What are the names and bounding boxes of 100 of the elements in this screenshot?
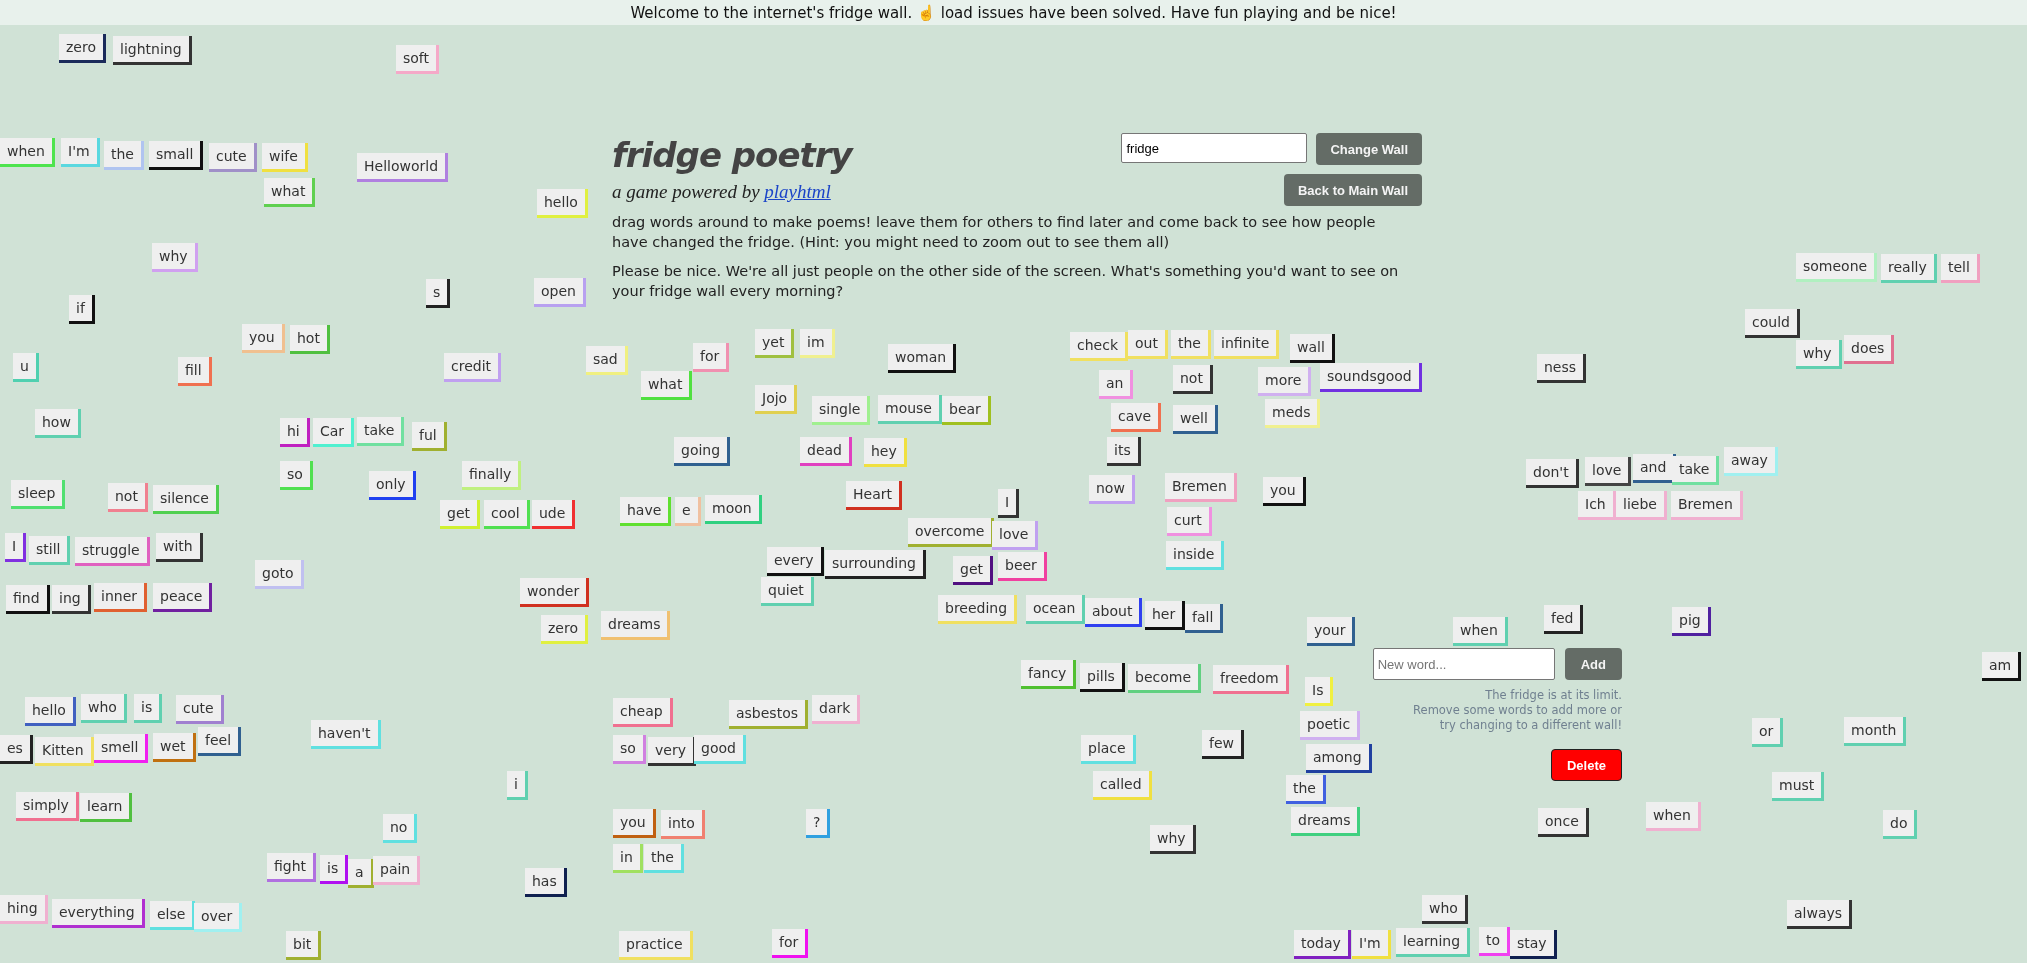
word-magnet[interactable]: open: [534, 278, 586, 307]
word-magnet[interactable]: inside: [1166, 541, 1225, 570]
word-magnet[interactable]: why: [152, 243, 198, 272]
word-magnet[interactable]: else: [150, 901, 196, 930]
word-magnet[interactable]: when: [0, 138, 55, 167]
word-magnet[interactable]: finally: [462, 461, 522, 490]
word-magnet[interactable]: the: [644, 844, 684, 873]
word-magnet[interactable]: poetic: [1300, 711, 1361, 740]
word-magnet[interactable]: over: [194, 903, 243, 932]
word-magnet[interactable]: going: [674, 437, 731, 466]
word-magnet[interactable]: yet: [755, 329, 795, 358]
word-magnet[interactable]: the: [1286, 775, 1326, 804]
word-magnet[interactable]: really: [1881, 254, 1937, 283]
word-magnet[interactable]: when: [1646, 802, 1701, 831]
word-magnet[interactable]: meds: [1265, 399, 1321, 428]
word-magnet[interactable]: every: [767, 547, 824, 576]
word-magnet[interactable]: ness: [1537, 354, 1587, 383]
word-magnet[interactable]: fight: [267, 853, 317, 882]
word-magnet[interactable]: hello: [25, 697, 76, 726]
word-magnet[interactable]: the: [104, 141, 144, 170]
word-magnet[interactable]: goto: [255, 560, 304, 589]
word-magnet[interactable]: asbestos: [729, 700, 808, 729]
word-magnet[interactable]: Bremen: [1671, 491, 1743, 520]
word-magnet[interactable]: Jojo: [755, 385, 798, 414]
word-magnet[interactable]: haven't: [311, 720, 381, 749]
word-magnet[interactable]: you: [613, 809, 656, 838]
word-magnet[interactable]: your: [1307, 617, 1356, 646]
word-magnet[interactable]: do: [1883, 810, 1918, 839]
word-magnet[interactable]: love: [1585, 457, 1632, 486]
word-magnet[interactable]: hing: [0, 895, 48, 924]
word-magnet[interactable]: fill: [178, 357, 212, 386]
word-magnet[interactable]: has: [525, 868, 567, 897]
word-magnet[interactable]: well: [1173, 405, 1218, 434]
word-magnet[interactable]: a: [348, 859, 374, 888]
word-magnet[interactable]: very: [648, 737, 696, 766]
word-magnet[interactable]: get: [440, 500, 480, 529]
word-magnet[interactable]: out: [1128, 330, 1168, 359]
word-magnet[interactable]: smell: [94, 734, 149, 763]
word-magnet[interactable]: cute: [209, 143, 257, 172]
word-magnet[interactable]: learning: [1396, 928, 1471, 957]
word-magnet[interactable]: wonder: [520, 578, 590, 607]
word-magnet[interactable]: or: [1752, 718, 1784, 747]
word-magnet[interactable]: still: [29, 536, 71, 565]
word-magnet[interactable]: I'm: [61, 138, 100, 167]
wall-name-field[interactable]: fridge: [1121, 133, 1308, 163]
word-magnet[interactable]: ude: [532, 500, 576, 529]
word-magnet[interactable]: always: [1787, 900, 1853, 929]
word-magnet[interactable]: dark: [812, 695, 861, 724]
word-magnet[interactable]: e: [675, 497, 701, 526]
word-magnet[interactable]: someone: [1796, 253, 1878, 282]
word-magnet[interactable]: its: [1107, 437, 1141, 466]
word-magnet[interactable]: I: [998, 489, 1020, 518]
word-magnet[interactable]: im: [800, 329, 835, 358]
word-magnet[interactable]: Helloworld: [357, 153, 449, 182]
word-magnet[interactable]: fancy: [1021, 660, 1077, 689]
word-magnet[interactable]: infinite: [1214, 330, 1280, 359]
word-magnet[interactable]: why: [1150, 825, 1196, 854]
word-magnet[interactable]: freedom: [1213, 665, 1289, 694]
change-wall-button[interactable]: Change Wall: [1316, 133, 1422, 165]
word-magnet[interactable]: what: [264, 178, 316, 207]
word-magnet[interactable]: pills: [1080, 663, 1125, 692]
word-magnet[interactable]: away: [1724, 447, 1778, 476]
word-magnet[interactable]: and: [1633, 454, 1677, 483]
word-magnet[interactable]: bit: [286, 931, 322, 960]
word-magnet[interactable]: mouse: [878, 395, 942, 424]
word-magnet[interactable]: pig: [1672, 607, 1711, 636]
word-magnet[interactable]: few: [1202, 730, 1244, 759]
word-magnet[interactable]: hi: [280, 418, 310, 447]
word-magnet[interactable]: silence: [153, 485, 219, 514]
word-magnet[interactable]: today: [1294, 930, 1351, 959]
word-magnet[interactable]: stay: [1510, 930, 1557, 959]
word-magnet[interactable]: u: [13, 353, 39, 382]
word-magnet[interactable]: how: [35, 409, 81, 438]
word-magnet[interactable]: who: [81, 694, 127, 723]
word-magnet[interactable]: cute: [176, 695, 224, 724]
word-magnet[interactable]: credit: [444, 353, 502, 382]
word-magnet[interactable]: fed: [1544, 605, 1584, 634]
word-magnet[interactable]: only: [369, 471, 416, 500]
word-magnet[interactable]: moon: [705, 495, 762, 524]
word-magnet[interactable]: does: [1844, 335, 1895, 364]
word-magnet[interactable]: beer: [998, 552, 1047, 581]
word-magnet[interactable]: single: [812, 396, 871, 425]
word-magnet[interactable]: curt: [1167, 507, 1212, 536]
new-word-field[interactable]: New word...: [1372, 648, 1555, 680]
word-magnet[interactable]: learn: [80, 793, 133, 822]
word-magnet[interactable]: sleep: [11, 480, 66, 509]
word-magnet[interactable]: good: [694, 735, 746, 764]
word-magnet[interactable]: find: [6, 585, 50, 614]
word-magnet[interactable]: dreams: [601, 611, 671, 640]
word-magnet[interactable]: is: [134, 694, 163, 723]
word-magnet[interactable]: Heart: [846, 481, 902, 510]
word-magnet[interactable]: am: [1982, 652, 2022, 681]
word-magnet[interactable]: feel: [198, 727, 242, 756]
word-magnet[interactable]: zero: [59, 34, 106, 63]
word-magnet[interactable]: struggle: [75, 537, 150, 566]
word-magnet[interactable]: soft: [396, 45, 440, 74]
word-magnet[interactable]: cave: [1111, 403, 1162, 432]
word-magnet[interactable]: lightning: [113, 36, 192, 65]
word-magnet[interactable]: hot: [290, 325, 330, 354]
word-magnet[interactable]: wet: [153, 733, 196, 762]
